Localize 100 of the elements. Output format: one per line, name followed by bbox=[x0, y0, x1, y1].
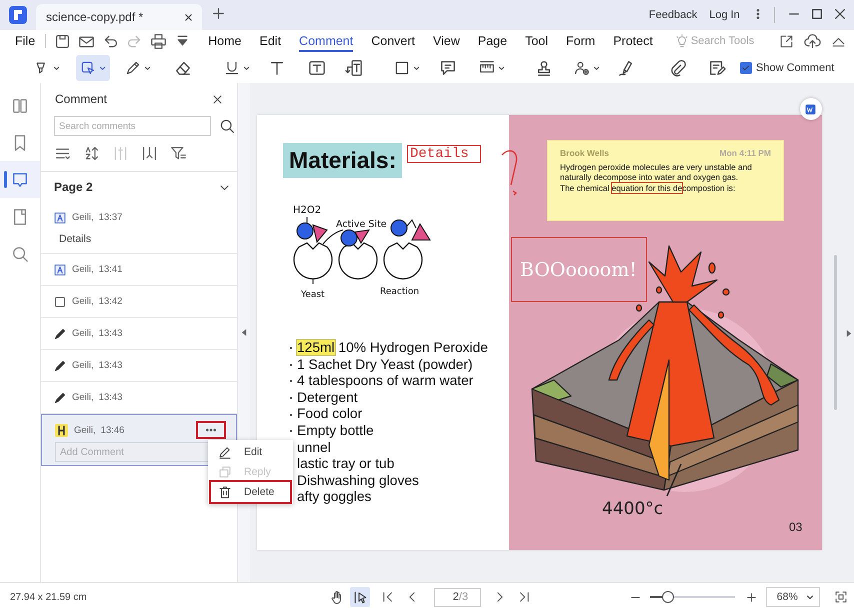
close-icon[interactable] bbox=[212, 94, 223, 104]
pencil-icon bbox=[54, 360, 66, 372]
area-select-tool[interactable] bbox=[76, 54, 110, 80]
maximize-icon[interactable] bbox=[810, 6, 824, 20]
menu-tab[interactable]: Tool bbox=[525, 30, 548, 52]
section-heading: Page 2 bbox=[54, 180, 93, 194]
collapse-panel-icon[interactable] bbox=[241, 328, 247, 337]
more-icon bbox=[204, 427, 218, 433]
panel-title: Comment bbox=[55, 92, 108, 106]
menu-tab[interactable]: Protect bbox=[613, 30, 653, 52]
comment-author: Geili, bbox=[72, 296, 94, 307]
comment-time: 13:43 bbox=[98, 360, 122, 371]
comment-item[interactable]: Geili, 13:37 Details bbox=[41, 202, 237, 254]
show-comment-checkbox[interactable]: Show Comment bbox=[740, 62, 834, 74]
comment-time: 13:42 bbox=[98, 296, 122, 307]
text-box-icon bbox=[308, 58, 326, 76]
list-item: Food color bbox=[297, 406, 362, 423]
save-icon[interactable] bbox=[54, 32, 72, 50]
search-comments-field[interactable]: Search comments bbox=[54, 116, 211, 136]
stamp-icon bbox=[535, 58, 553, 76]
list-item: afty goggles bbox=[297, 489, 372, 506]
comment-time: 13:43 bbox=[98, 328, 122, 339]
text-annotation[interactable]: Details bbox=[407, 145, 481, 163]
caret-icon bbox=[806, 593, 814, 601]
sticky-note[interactable]: Brook Wells Mon 4:11 PM Hydrogen peroxide molecules are very unstable and naturally decompose into water and oxygen gas. The chemical equation for this decompostion is: bbox=[547, 140, 784, 221]
comment-panel-button[interactable] bbox=[0, 161, 40, 198]
comment-item[interactable]: Geili, 13:41 bbox=[41, 254, 237, 286]
comment-time: 13:41 bbox=[98, 264, 122, 275]
convert-to-word-button[interactable] bbox=[800, 98, 822, 120]
app-logo-icon bbox=[8, 5, 28, 25]
note-edit-icon bbox=[708, 58, 726, 76]
share-icon[interactable] bbox=[778, 34, 794, 48]
comment-author: Geili, bbox=[72, 360, 94, 371]
close-window-icon[interactable] bbox=[832, 6, 847, 20]
note-author: Brook Wells bbox=[560, 148, 609, 158]
last-page-icon[interactable] bbox=[517, 590, 531, 604]
fit-page-icon[interactable] bbox=[834, 590, 848, 604]
panels-icon bbox=[11, 96, 29, 114]
close-icon[interactable] bbox=[183, 12, 194, 22]
zoom-in-icon[interactable] bbox=[744, 590, 758, 604]
page-heading: Materials: bbox=[283, 143, 402, 178]
page-icon bbox=[11, 208, 29, 226]
file-menu[interactable]: File bbox=[15, 34, 36, 48]
list-item: 1 Sachet Dry Yeast (powder) bbox=[297, 356, 473, 374]
comment-item[interactable]: Geili, 13:43 bbox=[41, 318, 237, 350]
comment-author: Geili, bbox=[72, 392, 94, 403]
search-icon[interactable] bbox=[219, 118, 235, 134]
ink-mark-drawing bbox=[501, 150, 518, 196]
diagram-label: Active Site bbox=[336, 219, 387, 230]
diagram-label: H2O2 bbox=[293, 205, 322, 216]
menu-tab[interactable]: Page bbox=[478, 30, 508, 52]
rectangle-icon bbox=[54, 296, 66, 308]
pen-sign-icon bbox=[617, 58, 635, 76]
diagram-label: Yeast bbox=[301, 290, 325, 300]
menu-item[interactable]: Delete bbox=[211, 482, 290, 502]
list-item: 125ml 10% Hydrogen Peroxide bbox=[297, 340, 488, 357]
list-item: Dishwashing gloves bbox=[297, 472, 419, 490]
filter-icon[interactable] bbox=[170, 145, 187, 162]
comment-item[interactable]: Geili, 13:43 bbox=[41, 350, 237, 382]
menu-tab[interactable]: Form bbox=[566, 30, 596, 52]
document-tab[interactable]: science-copy.pdf * bbox=[36, 4, 202, 30]
comment-author: Geili, bbox=[74, 424, 96, 436]
slider-thumb[interactable] bbox=[662, 591, 674, 603]
menu-tab[interactable]: Home bbox=[208, 30, 242, 52]
expand-panel-icon[interactable] bbox=[846, 329, 852, 338]
pencil-icon bbox=[54, 392, 66, 404]
menu-tab[interactable]: Convert bbox=[371, 30, 416, 52]
pencil-icon bbox=[54, 328, 66, 340]
cloud-upload-icon[interactable] bbox=[804, 32, 821, 50]
checkbox[interactable] bbox=[740, 62, 752, 74]
search-icon bbox=[11, 244, 29, 262]
page-number: 03 bbox=[789, 520, 802, 534]
comment-author: Geili, bbox=[72, 328, 94, 339]
temperature-label: 4400°c bbox=[602, 499, 664, 519]
list-item: Detergent bbox=[297, 390, 358, 406]
text-box-icon bbox=[54, 264, 66, 276]
menu-tab[interactable]: Edit bbox=[260, 30, 282, 52]
print-icon[interactable] bbox=[150, 32, 168, 50]
highlight-icon bbox=[55, 424, 68, 436]
sort-icon[interactable] bbox=[83, 145, 100, 162]
scrollbar[interactable] bbox=[834, 255, 837, 410]
comment-author: Geili, bbox=[72, 212, 94, 223]
comment-text: Details bbox=[58, 232, 92, 246]
copy-icon bbox=[218, 465, 232, 479]
edit-icon bbox=[218, 445, 232, 459]
column-filter-icon[interactable] bbox=[141, 145, 158, 162]
comment-item[interactable]: Geili, 13:46 Add Comment bbox=[41, 414, 237, 466]
first-page-icon[interactable] bbox=[381, 590, 395, 604]
select-cursor-icon bbox=[352, 590, 368, 604]
select-cursor-tool[interactable] bbox=[350, 587, 370, 607]
new-tab-icon[interactable] bbox=[212, 7, 225, 20]
comment-item[interactable]: Geili, 13:42 bbox=[41, 286, 237, 318]
feedback-link[interactable]: Feedback bbox=[648, 9, 698, 21]
more-button[interactable] bbox=[198, 423, 224, 437]
zoom-select[interactable]: 68% bbox=[766, 587, 820, 607]
comment-time: 13:46 bbox=[100, 424, 124, 436]
note-text: Hydrogen peroxide molecules are very unstable and naturally decompose into water and oxygen gas. The chemical equation for this decompostion is: bbox=[560, 162, 753, 193]
login-link[interactable]: Log In bbox=[709, 9, 740, 21]
menu-tab[interactable]: View bbox=[433, 30, 460, 52]
search-tools-field[interactable]: Search Tools bbox=[688, 34, 779, 48]
